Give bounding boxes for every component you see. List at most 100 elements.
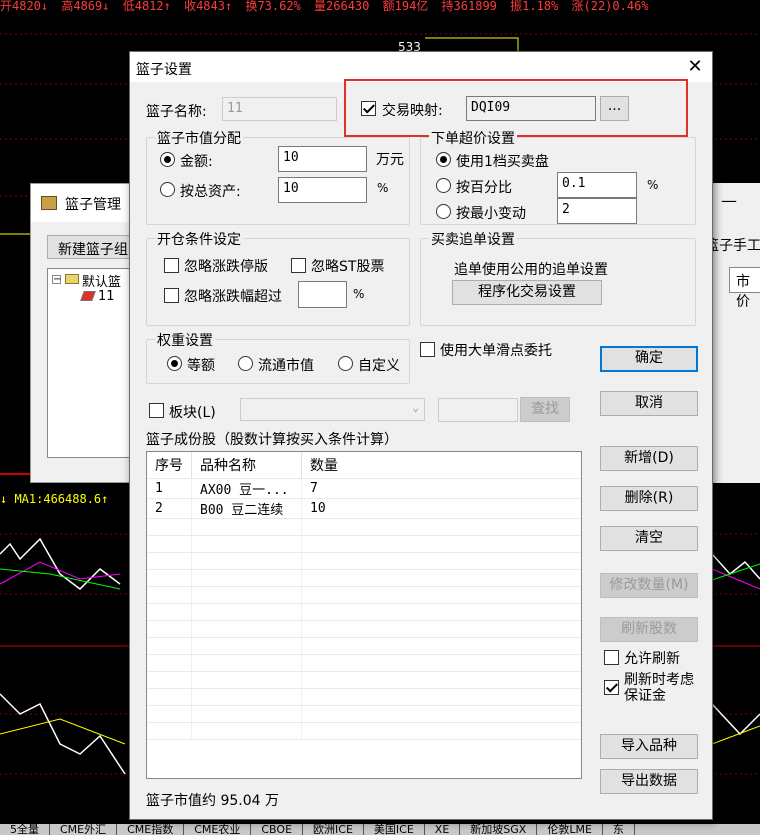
table-row — [147, 705, 581, 723]
export-button[interactable]: 导出数据 — [600, 769, 698, 794]
table-row — [147, 620, 581, 638]
ignore-range-unit: % — [353, 287, 365, 301]
market-tab[interactable]: CME指数 — [117, 824, 185, 835]
ticker-close: 收4843↑ — [184, 0, 233, 13]
ignore-range-checkbox[interactable] — [164, 288, 179, 303]
ignore-range-label: 忽略涨跌幅超过 — [184, 289, 282, 305]
chevron-down-icon: ⌄ — [412, 401, 419, 414]
min-tick-input[interactable]: 2 — [557, 198, 637, 224]
table-row — [147, 722, 581, 740]
dialog-title: 篮子设置 — [136, 62, 192, 78]
table-row — [147, 637, 581, 655]
total-assets-radio[interactable] — [160, 182, 175, 197]
cell-seq: 2 — [147, 498, 192, 519]
basket-manager-titlebar: 篮子管理 — [31, 184, 134, 222]
column-header-qty[interactable]: 数量 — [301, 452, 581, 479]
ticker-change: 涨(22)0.46% — [571, 0, 649, 13]
percent-radio[interactable] — [436, 178, 451, 193]
search-button[interactable]: 查找 — [520, 397, 570, 422]
weight-equal-radio[interactable] — [167, 356, 182, 371]
market-tab[interactable]: 美国ICE — [364, 824, 425, 835]
add-button[interactable]: 新增(D) — [600, 446, 698, 471]
table-row — [147, 603, 581, 621]
level1-radio[interactable] — [436, 152, 451, 167]
column-header-seq[interactable]: 序号 — [147, 452, 192, 479]
weight-float-radio[interactable] — [238, 356, 253, 371]
market-tab-bar: 5全量 CME外汇 CME指数 CME农业 CBOE 欧洲ICE 美国ICE XE 新加坡SGX… — [0, 824, 760, 835]
ignore-st-checkbox[interactable] — [291, 258, 306, 273]
components-table: 序号 品种名称 数量 1 AX00 豆一... 7 2 B00 豆二连续 10 — [146, 451, 582, 779]
import-button[interactable]: 导入品种 — [600, 734, 698, 759]
table-row[interactable]: 2 B00 豆二连续 10 — [147, 498, 581, 519]
basket-manager-window: 篮子管理 新建篮子组 − 默认篮 11 — [30, 183, 137, 483]
clear-button[interactable]: 清空 — [600, 526, 698, 551]
cell-seq: 1 — [147, 478, 192, 499]
ignore-st-label: 忽略ST股票 — [311, 259, 385, 275]
tree-item-default[interactable]: 默认篮 — [82, 271, 121, 290]
refresh-stock-button[interactable]: 刷新股数 — [600, 617, 698, 642]
weight-group-title: 权重设置 — [155, 330, 215, 350]
weight-custom-radio[interactable] — [338, 356, 353, 371]
total-assets-input[interactable]: 10 — [278, 177, 367, 203]
table-row — [147, 586, 581, 604]
market-tab[interactable]: CME农业 — [184, 824, 252, 835]
table-row — [147, 671, 581, 689]
total-assets-label: 按总资产: — [180, 184, 241, 200]
ticker-low: 低4812↑ — [122, 0, 171, 13]
market-price-field[interactable]: 市价 — [729, 267, 760, 310]
cell-name: B00 豆二连续 — [191, 498, 302, 519]
refresh-margin-label: 刷新时考虑保证金 — [624, 672, 694, 704]
ignore-range-input[interactable] — [298, 281, 347, 308]
sector-select[interactable]: ⌄ — [240, 398, 425, 421]
ticker-open-interest: 持361899 — [441, 0, 497, 13]
tree-item-basket[interactable]: 11 — [98, 289, 115, 304]
ticker-amount: 额194亿 — [382, 0, 429, 13]
basket-name-input[interactable]: 11 — [222, 97, 337, 121]
close-icon[interactable]: ✕ — [684, 56, 706, 77]
big-slip-checkbox[interactable] — [420, 342, 435, 357]
new-basket-group-button[interactable]: 新建篮子组 — [47, 235, 137, 259]
market-tab[interactable]: XE — [425, 824, 461, 835]
delete-button[interactable]: 删除(R) — [600, 486, 698, 511]
close-icon[interactable]: — — [721, 191, 737, 210]
market-tab[interactable]: 东 — [603, 824, 635, 835]
market-tab[interactable]: 5全量 — [0, 824, 50, 835]
market-value-group-title: 篮子市值分配 — [155, 128, 243, 148]
market-tab[interactable]: CBOE — [251, 824, 304, 835]
market-tab[interactable]: CME外汇 — [50, 824, 118, 835]
amount-radio[interactable] — [160, 152, 175, 167]
min-tick-radio[interactable] — [436, 204, 451, 219]
ma-indicator-label: ↓ MA1:466488.6↑ — [0, 492, 109, 506]
allow-refresh-label: 允许刷新 — [624, 651, 680, 667]
total-assets-unit: % — [377, 181, 389, 195]
ok-button[interactable]: 确定 — [600, 346, 698, 372]
program-trade-settings-button[interactable]: 程序化交易设置 — [452, 280, 602, 305]
market-tab[interactable]: 新加坡SGX — [460, 824, 538, 835]
allow-refresh-checkbox[interactable] — [604, 650, 619, 665]
basket-manager-title: 篮子管理 — [65, 197, 121, 213]
percent-input[interactable]: 0.1 — [557, 172, 637, 198]
refresh-margin-checkbox[interactable] — [604, 680, 619, 695]
tree-collapse-icon[interactable]: − — [52, 275, 61, 285]
market-tab[interactable]: 欧洲ICE — [303, 824, 364, 835]
amount-input[interactable]: 10 — [278, 146, 367, 172]
dialog-titlebar: 篮子设置 ✕ — [130, 52, 712, 82]
ticker-amplitude: 振1.18% — [510, 0, 559, 13]
basket-tree: − 默认篮 11 — [47, 268, 137, 458]
sector-label: 板块(L) — [169, 405, 216, 421]
manual-basket-label: 篮子手工 — [705, 238, 760, 254]
cell-name: AX00 豆一... — [191, 478, 302, 499]
quote-ticker-bar: 开4820↓ 高4869↓ 低4812↑ 收4843↑ 换73.62% 量266… — [0, 0, 760, 14]
column-header-name[interactable]: 品种名称 — [191, 452, 302, 479]
search-input[interactable] — [438, 398, 518, 422]
ignore-limit-checkbox[interactable] — [164, 258, 179, 273]
modify-qty-button[interactable]: 修改数量(M) — [600, 573, 698, 598]
cancel-button[interactable]: 取消 — [600, 391, 698, 416]
table-row[interactable]: 1 AX00 豆一... 7 — [147, 478, 581, 499]
basket-icon — [41, 196, 57, 210]
sector-checkbox[interactable] — [149, 403, 164, 418]
market-tab[interactable]: 伦敦LME — [537, 824, 603, 835]
weight-float-label: 流通市值 — [258, 358, 314, 374]
table-header-row: 序号 品种名称 数量 — [147, 452, 581, 479]
basket-item-icon — [80, 291, 96, 301]
